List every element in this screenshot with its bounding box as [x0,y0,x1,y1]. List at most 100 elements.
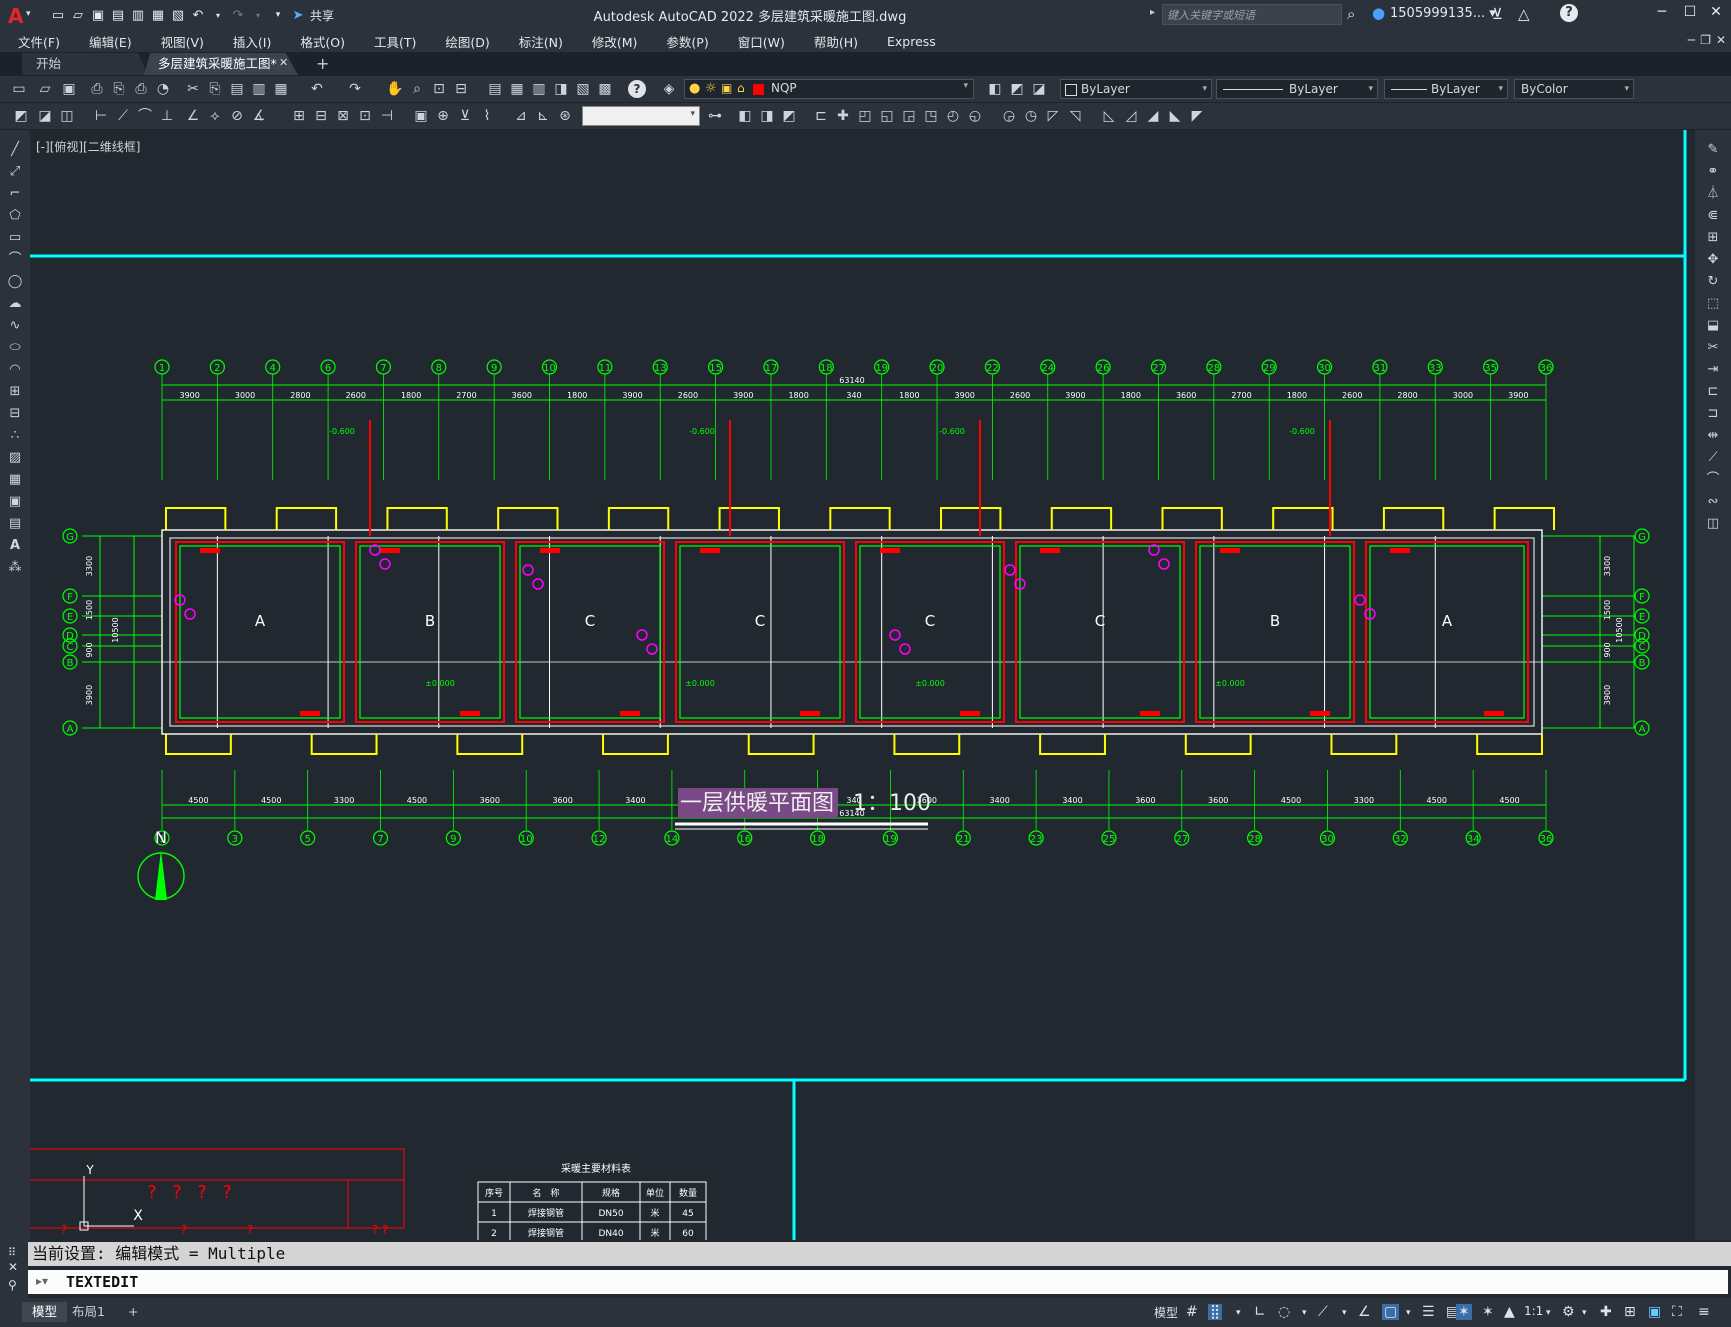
add-selected-icon[interactable]: ⁂ [7,560,23,576]
paste-icon[interactable]: ▤ [228,80,246,98]
plotstyle-dropdown[interactable]: ByColor ▾ [1514,79,1634,99]
help-icon[interactable]: ? [1560,4,1578,22]
jogged-dim-icon[interactable]: ⟡ [206,107,224,125]
gradient-icon[interactable]: ▦ [7,472,23,488]
polar-dropdown-icon[interactable]: ▾ [1302,1308,1307,1318]
array-icon[interactable]: ⊞ [1705,230,1721,246]
sheet-set-icon[interactable]: ◨ [552,80,570,98]
center-mark-icon[interactable]: ⊕ [434,107,452,125]
dim-space-icon[interactable]: ⊡ [356,107,374,125]
construction-line-icon[interactable]: ⤢ [7,164,23,180]
radius-dim-icon[interactable]: ∠ [184,107,202,125]
fillet-icon[interactable]: ⌒ [1705,472,1721,488]
block-editor-icon[interactable]: ▦ [272,80,290,98]
user-icon[interactable]: ● [1372,4,1385,22]
grid-icon[interactable]: # [1186,1304,1198,1320]
arc-length-icon[interactable]: ⌒ [136,107,154,125]
search-input[interactable]: 键入关键字或短语 [1162,4,1342,25]
plot-icon[interactable]: ▧ [170,7,186,23]
snap-dropdown-icon[interactable]: ▾ [1236,1308,1241,1318]
rotate-icon[interactable]: ◱ [878,107,896,125]
ordinate-dim-icon[interactable]: ⊥ [158,107,176,125]
join-icon[interactable]: ◷ [1022,107,1040,125]
rectangle-icon[interactable]: ▭ [7,230,23,246]
tool-palettes-icon[interactable]: ▥ [530,80,548,98]
menu-edit[interactable]: 编辑(E) [71,32,143,51]
calculator-icon[interactable]: ▩ [596,80,614,98]
app-menu-chevron-icon[interactable]: ▾ [26,9,31,19]
table-icon[interactable]: ▤ [7,516,23,532]
customize-status-icon[interactable]: ≡ [1698,1304,1710,1320]
publish-icon[interactable]: ⎙ [132,80,150,98]
region-icon[interactable]: ▣ [7,494,23,510]
fillet-icon[interactable]: ◹ [1066,107,1084,125]
break-icon[interactable]: ◶ [1000,107,1018,125]
menu-view[interactable]: 视图(V) [143,32,215,51]
3d-dwf-icon[interactable]: ◔ [154,80,172,98]
save-as-icon[interactable]: ▤ [110,7,126,23]
lineweight-dropdown[interactable]: ByLayer ▾ [1384,79,1508,99]
workspace-gear-icon[interactable]: ⚙ [1562,1304,1575,1320]
design-center-icon[interactable]: ▦ [508,80,526,98]
annotation-visibility-icon[interactable]: ✶ [1456,1304,1472,1320]
break-at-point-icon[interactable]: ⊏ [1705,384,1721,400]
layer-dropdown[interactable]: ● ☼ ▣ ⌂ NQP ▾ [684,79,974,99]
osnap-dropdown-icon[interactable]: ▾ [1406,1308,1411,1318]
array-icon[interactable]: ✚ [834,107,852,125]
qat-customize-icon[interactable]: ▾ [270,7,286,23]
tab-close-icon[interactable]: ✕ [279,56,288,69]
make-block-icon[interactable]: ⊟ [7,406,23,422]
command-close-icon[interactable]: ✕ [8,1260,18,1274]
search-expand-icon[interactable]: ▸ [1150,7,1155,18]
undo-dropdown-icon[interactable]: ▾ [210,7,226,23]
stretch-icon[interactable]: ◳ [922,107,940,125]
maximize-icon[interactable]: ☐ [1676,4,1704,26]
ellipse-icon[interactable]: ⬭ [7,340,23,356]
lengthen-icon[interactable]: ◿ [1122,107,1140,125]
explode-icon[interactable]: ◺ [1100,107,1118,125]
color-dropdown[interactable]: ByLayer ▾ [1060,79,1212,99]
undo-icon[interactable]: ↶ [308,80,326,98]
chamfer-icon[interactable]: ◸ [1044,107,1062,125]
auto-scale-icon[interactable]: ✶ [1482,1304,1494,1320]
workspace-icon[interactable]: ◩ [12,107,30,125]
blend-curves-icon[interactable]: ∾ [1705,494,1721,510]
trim-icon[interactable]: ◴ [944,107,962,125]
jogged-linear-icon[interactable]: ⌇ [478,107,496,125]
menu-file[interactable]: 文件(F) [0,32,71,51]
erase-icon[interactable]: ◧ [736,107,754,125]
open-file-icon[interactable]: ▱ [70,7,86,23]
object-track-icon[interactable]: ∠ [1358,1304,1371,1320]
baseline-dim-icon[interactable]: ⊟ [312,107,330,125]
move-icon[interactable]: ◰ [856,107,874,125]
copy-obj-icon[interactable]: ◨ [758,107,776,125]
erase-icon[interactable]: ✎ [1705,142,1721,158]
quick-dim-icon[interactable]: ⊞ [290,107,308,125]
dim-text-edit-icon[interactable]: ⊾ [534,107,552,125]
linetype-dropdown[interactable]: ByLayer ▾ [1216,79,1378,99]
stretch-icon[interactable]: ⬓ [1705,318,1721,334]
match-prop-icon[interactable]: ▥ [250,80,268,98]
arc-icon[interactable]: ⌒ [7,252,23,268]
zoom-previous-icon[interactable]: ⊟ [452,80,470,98]
minimize-icon[interactable]: ─ [1648,4,1676,26]
menu-tools[interactable]: 工具(T) [356,32,427,51]
cut-icon[interactable]: ✂ [184,80,202,98]
properties-icon[interactable]: ▤ [486,80,504,98]
angular-dim-icon[interactable]: ∡ [250,107,268,125]
menu-parametric[interactable]: 参数(P) [648,32,719,51]
autocad-logo-icon[interactable]: A [8,4,23,28]
customize-icon[interactable]: ⚲ [8,1278,17,1292]
zoom-realtime-icon[interactable]: ⌕ [408,80,426,98]
break-icon[interactable]: ⊐ [1705,406,1721,422]
extend-icon[interactable]: ⇥ [1705,362,1721,378]
move-icon[interactable]: ✥ [1705,252,1721,268]
plot-preview-icon[interactable]: ⎘ [110,80,128,98]
menu-dimension[interactable]: 标注(N) [501,32,574,51]
menu-draw[interactable]: 绘图(D) [427,32,500,51]
scale-icon[interactable]: ◲ [900,107,918,125]
workspace2-icon[interactable]: ◪ [36,107,54,125]
explode-icon[interactable]: ◫ [1705,516,1721,532]
trim-icon[interactable]: ✂ [1705,340,1721,356]
share-icon[interactable]: ➤ [290,7,306,23]
